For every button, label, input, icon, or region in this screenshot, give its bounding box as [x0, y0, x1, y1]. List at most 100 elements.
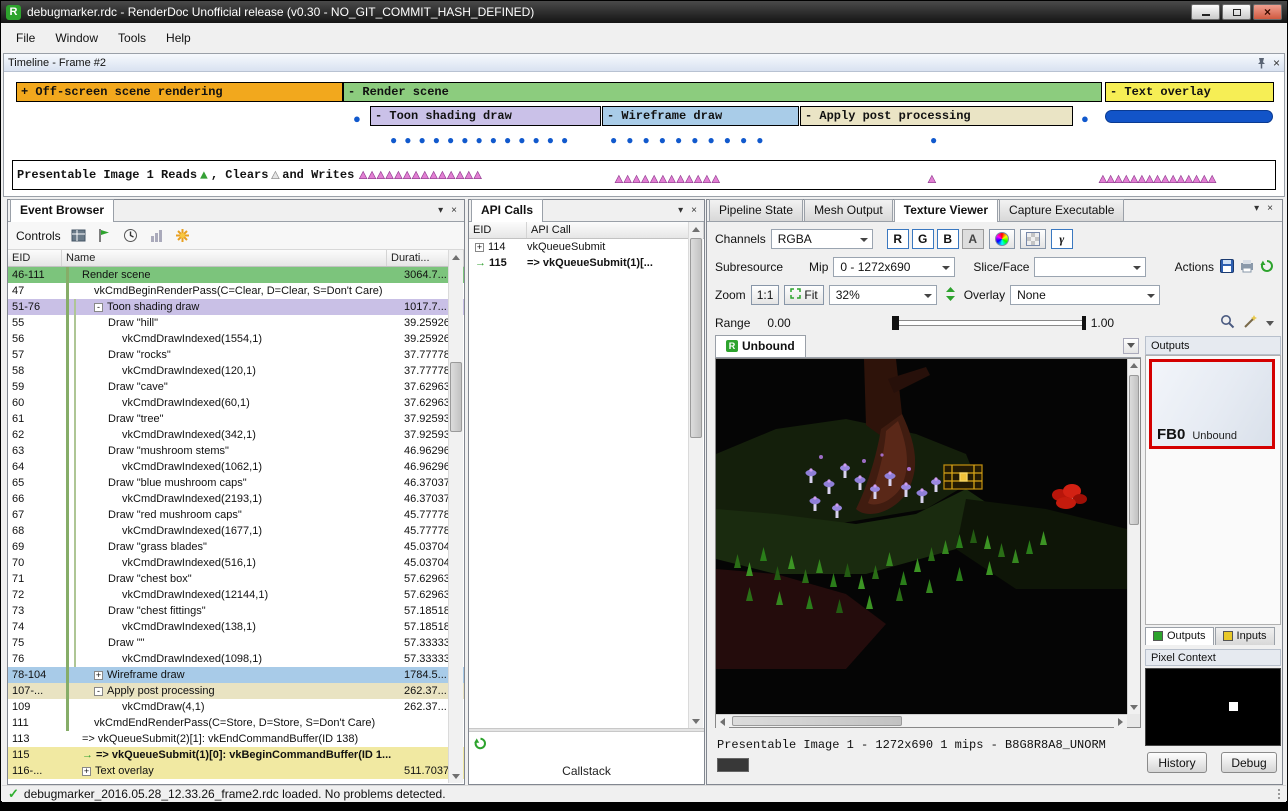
pin-icon[interactable] — [1256, 57, 1267, 69]
expander-icon[interactable]: - — [94, 303, 103, 312]
event-row[interactable]: 56 vkCmdDrawIndexed(1554,1) 39.25926 — [8, 331, 464, 347]
range-handle-min[interactable] — [892, 316, 899, 330]
texture-tab-dropdown-button[interactable] — [1123, 338, 1139, 354]
viewport-horizontal-scrollbar[interactable] — [716, 714, 1127, 727]
scroll-up-icon[interactable] — [1128, 359, 1140, 372]
export-icon[interactable] — [1240, 259, 1254, 276]
scroll-right-icon[interactable] — [1114, 715, 1127, 728]
dock-menu-icon[interactable]: ▾ — [675, 205, 686, 217]
event-row[interactable]: 72 vkCmdDrawIndexed(12144,1) 57.62963 — [8, 587, 464, 603]
thumbnail-tab[interactable]: Outputs — [1145, 627, 1214, 645]
scrollbar-thumb[interactable] — [732, 716, 902, 726]
browse-icon[interactable] — [70, 227, 87, 244]
event-row[interactable]: 111 vkCmdEndRenderPass(C=Store, D=Store,… — [8, 715, 464, 731]
event-row[interactable]: 75 Draw "" 57.33333 — [8, 635, 464, 651]
event-row[interactable]: 55 Draw "hill" 39.25926 — [8, 315, 464, 331]
scroll-up-icon[interactable] — [449, 250, 463, 264]
event-row[interactable]: 76 vkCmdDrawIndexed(1098,1) 57.33333 — [8, 651, 464, 667]
refresh-icon[interactable] — [1260, 259, 1274, 276]
dock-menu-icon[interactable]: ▾ — [1251, 203, 1262, 215]
callstack-splitter[interactable] — [469, 728, 704, 732]
timeline-bar-post-processing[interactable]: - Apply post processing — [800, 106, 1073, 126]
menu-item[interactable]: Window — [45, 26, 108, 50]
event-row[interactable]: 70 vkCmdDrawIndexed(516,1) 45.03704 — [8, 555, 464, 571]
panel-tab[interactable]: Mesh Output — [804, 199, 893, 221]
tab-api-calls[interactable]: API Calls — [471, 199, 543, 222]
channel-toggle-button[interactable]: A — [962, 229, 984, 249]
dock-menu-icon[interactable]: ▾ — [435, 205, 446, 217]
expander-icon[interactable]: - — [94, 687, 103, 696]
toolbar-overflow-icon[interactable] — [1266, 321, 1274, 330]
timeline-overlay-span-bar[interactable] — [1105, 110, 1273, 123]
scroll-down-icon[interactable] — [1128, 701, 1140, 714]
channel-toggle-button[interactable]: R — [887, 229, 909, 249]
channel-toggle-button[interactable]: B — [937, 229, 959, 249]
callstack-refresh-icon[interactable] — [474, 737, 487, 753]
wand-icon[interactable] — [1243, 314, 1258, 332]
color-wheel-button[interactable] — [989, 229, 1015, 249]
column-eid[interactable]: EID — [8, 250, 62, 266]
event-row[interactable]: 109 vkCmdDraw(4,1) 262.37... — [8, 699, 464, 715]
column-api-call[interactable]: API Call — [527, 222, 704, 238]
event-browser-scrollbar[interactable] — [448, 250, 463, 783]
history-button[interactable]: History — [1147, 752, 1207, 773]
event-row[interactable]: 61 Draw "tree" 37.92593 — [8, 411, 464, 427]
event-row[interactable]: 64 vkCmdDrawIndexed(1062,1) 46.96296 — [8, 459, 464, 475]
timeline-close-icon[interactable]: × — [1273, 57, 1280, 69]
api-calls-scrollbar[interactable] — [688, 222, 703, 728]
scroll-up-icon[interactable] — [689, 222, 703, 236]
scrollbar-thumb[interactable] — [690, 238, 702, 438]
api-call-row[interactable]: → 115 => vkQueueSubmit(1)[... — [469, 255, 704, 271]
timeline-bar-text-overlay[interactable]: - Text overlay — [1105, 82, 1274, 102]
maximize-button[interactable] — [1222, 4, 1251, 20]
event-row[interactable]: 59 Draw "cave" 37.62963 — [8, 379, 464, 395]
event-row[interactable]: 57 Draw "rocks" 37.77778 — [8, 347, 464, 363]
pixel-context-view[interactable] — [1145, 668, 1281, 746]
statistics-icon[interactable] — [148, 227, 165, 244]
texture-tab-unbound[interactable]: R Unbound — [715, 335, 806, 357]
event-row[interactable]: 116-... + Text overlay 511.7037 — [8, 763, 464, 779]
channels-select[interactable]: RGBA — [771, 229, 873, 249]
resize-grip[interactable] — [1278, 789, 1280, 799]
close-button[interactable]: × — [1253, 4, 1282, 20]
event-row[interactable]: 46-111 Render scene 3064.7... — [8, 267, 464, 283]
mip-select[interactable]: 0 - 1272x690 — [833, 257, 955, 277]
expander-icon[interactable]: + — [82, 767, 91, 776]
column-name[interactable]: Name — [62, 250, 387, 266]
scroll-down-icon[interactable] — [449, 769, 463, 783]
zoom-percent-select[interactable]: 32% — [829, 285, 937, 305]
expander-icon[interactable]: → — [82, 749, 93, 761]
event-row[interactable]: 66 vkCmdDrawIndexed(2193,1) 46.37037 — [8, 491, 464, 507]
highlight-star-icon[interactable] — [174, 227, 191, 244]
scroll-left-icon[interactable] — [716, 715, 729, 728]
timeline-bar-toon-shading[interactable]: - Toon shading draw — [370, 106, 601, 126]
fb0-thumbnail[interactable]: FB0 Unbound — [1149, 359, 1275, 449]
thumbnail-tab[interactable]: Inputs — [1215, 627, 1275, 645]
event-row[interactable]: 67 Draw "red mushroom caps" 45.77778 — [8, 507, 464, 523]
dock-close-icon[interactable]: × — [1264, 203, 1276, 215]
fit-button[interactable]: Fit — [784, 285, 823, 305]
scroll-down-icon[interactable] — [689, 714, 703, 728]
save-icon[interactable] — [1220, 259, 1234, 276]
overlay-select[interactable]: None — [1010, 285, 1160, 305]
channel-toggle-button[interactable]: G — [912, 229, 934, 249]
timeline-bar-offscreen[interactable]: + Off-screen scene rendering — [16, 82, 343, 102]
time-durations-icon[interactable] — [122, 227, 139, 244]
texture-image[interactable] — [716, 359, 1127, 714]
api-call-row[interactable]: + 114 vkQueueSubmit — [469, 239, 704, 255]
event-row[interactable]: 68 vkCmdDrawIndexed(1677,1) 45.77778 — [8, 523, 464, 539]
range-handle-max[interactable] — [1082, 316, 1086, 330]
expander-icon[interactable]: + — [94, 671, 103, 680]
panel-tab[interactable]: Capture Executable — [999, 199, 1124, 221]
menu-item[interactable]: Help — [156, 26, 201, 50]
expander-icon[interactable]: + — [475, 243, 484, 252]
gamma-button[interactable]: γ — [1051, 229, 1073, 249]
event-row[interactable]: 69 Draw "grass blades" 45.03704 — [8, 539, 464, 555]
event-row[interactable]: 74 vkCmdDrawIndexed(138,1) 57.18518 — [8, 619, 464, 635]
event-row[interactable]: 107-... - Apply post processing 262.37..… — [8, 683, 464, 699]
event-row[interactable]: 60 vkCmdDrawIndexed(60,1) 37.62963 — [8, 395, 464, 411]
event-row[interactable]: 115 → => vkQueueSubmit(1)[0]: vkBeginCom… — [8, 747, 464, 763]
event-row[interactable]: 73 Draw "chest fittings" 57.18518 — [8, 603, 464, 619]
alpha-checker-button[interactable] — [1020, 229, 1046, 249]
menu-item[interactable]: File — [6, 26, 45, 50]
